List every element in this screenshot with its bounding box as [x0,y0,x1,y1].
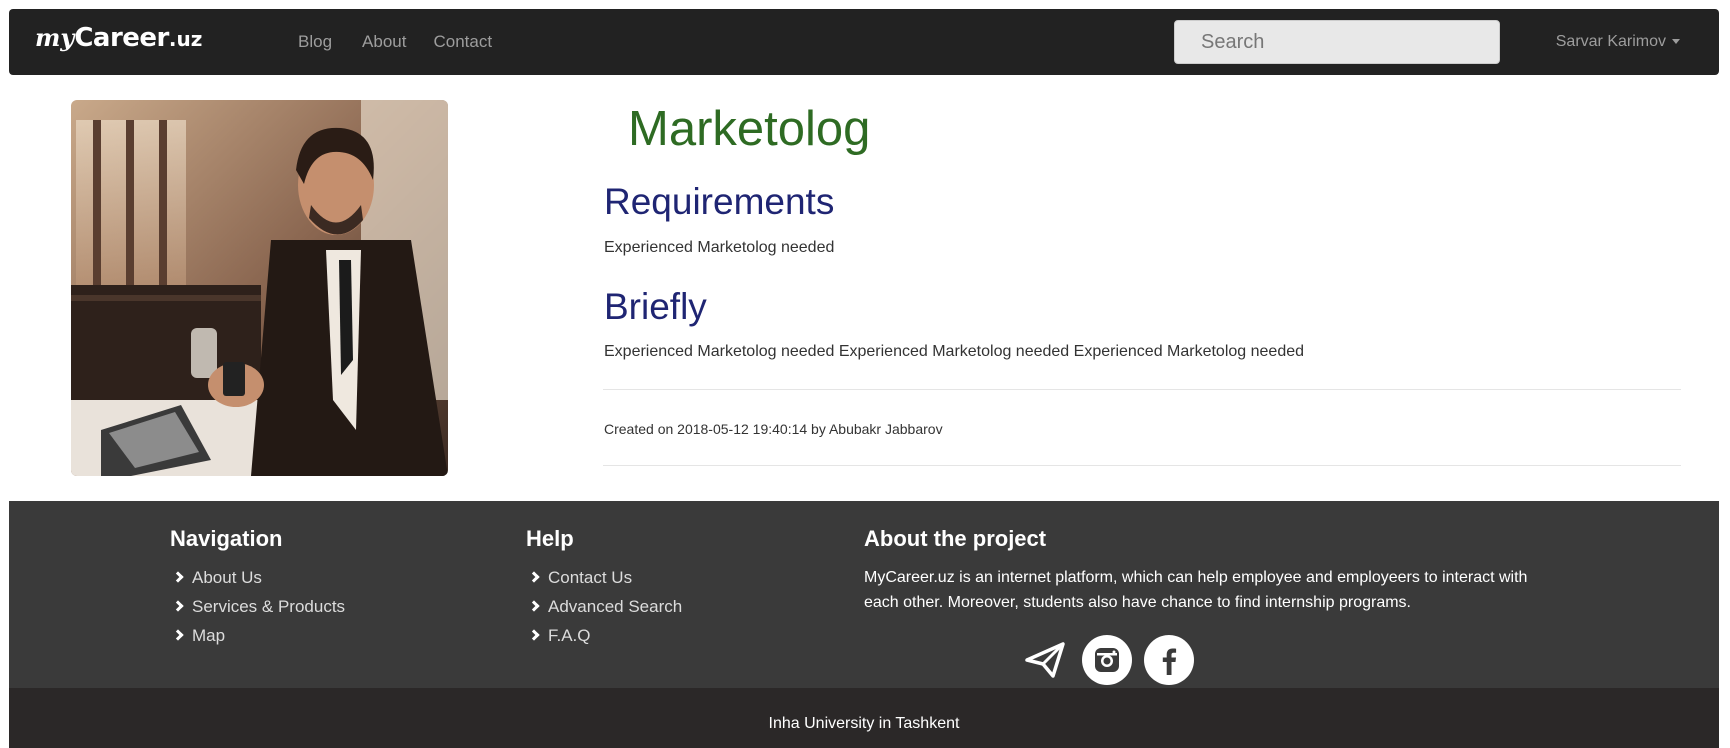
businessman-photo [71,100,448,476]
facebook-icon[interactable] [1144,635,1194,685]
user-menu[interactable]: Sarvar Karimov [1556,33,1680,51]
job-title: Marketolog [628,102,871,156]
requirements-text: Experienced Marketolog needed [604,239,835,256]
footer-link-label: Contact Us [548,568,633,587]
brand-logo[interactable]: myCareer.uz [35,23,202,53]
footer-about-heading: About the project [864,526,1047,551]
chevron-right-icon [172,571,184,583]
footer-link-advanced-search[interactable]: Advanced Search [528,592,682,621]
nav-links: Blog About Contact [298,32,519,52]
footer-help-heading: Help [526,526,574,551]
briefly-text: Experienced Marketolog needed Experience… [604,343,1305,360]
chevron-right-icon [528,571,540,583]
user-name: Sarvar Karimov [1555,33,1666,50]
search-input[interactable] [1174,20,1500,64]
footer-link-label: F.A.Q [548,626,591,645]
instagram-icon[interactable] [1082,635,1132,685]
chevron-right-icon [172,600,184,612]
brand-tld: .uz [168,27,203,51]
requirements-heading: Requirements [604,181,835,222]
nav-link-contact[interactable]: Contact [433,32,492,52]
site-footer: Navigation About Us Services & Products … [9,501,1719,688]
top-navbar: myCareer.uz Blog About Contact Sarvar Ka… [9,9,1719,75]
job-photo [71,100,448,476]
footer-link-faq[interactable]: F.A.Q [528,621,682,650]
telegram-icon[interactable] [1020,635,1070,685]
chevron-right-icon [528,629,540,641]
footer-bottom-bar: Inha University in Tashkent [9,688,1719,748]
footer-link-label: Services & Products [192,597,346,616]
footer-link-map[interactable]: Map [172,621,345,650]
created-meta: Created on 2018-05-12 19:40:14 by Abubak… [604,421,943,437]
footer-link-contact-us[interactable]: Contact Us [528,563,682,592]
nav-link-about[interactable]: About [362,32,406,52]
divider [603,389,1681,390]
footer-link-about-us[interactable]: About Us [172,563,345,592]
footer-copyright: Inha University in Tashkent [768,715,960,732]
footer-help-list: Contact Us Advanced Search F.A.Q [528,563,682,650]
caret-down-icon [1672,39,1680,45]
brand-script: my [35,23,75,52]
chevron-right-icon [528,600,540,612]
footer-link-label: Advanced Search [548,597,683,616]
nav-link-blog[interactable]: Blog [298,32,332,52]
footer-link-label: Map [192,626,226,645]
footer-navigation-heading: Navigation [170,526,283,551]
footer-navigation-list: About Us Services & Products Map [172,563,345,650]
briefly-heading: Briefly [604,286,707,327]
chevron-right-icon [172,629,184,641]
social-links [1020,635,1194,685]
divider [603,465,1681,466]
footer-link-services[interactable]: Services & Products [172,592,345,621]
footer-link-label: About Us [192,568,262,587]
brand-main: Career [74,23,169,53]
footer-about-text: MyCareer.uz is an internet platform, whi… [864,569,1528,611]
